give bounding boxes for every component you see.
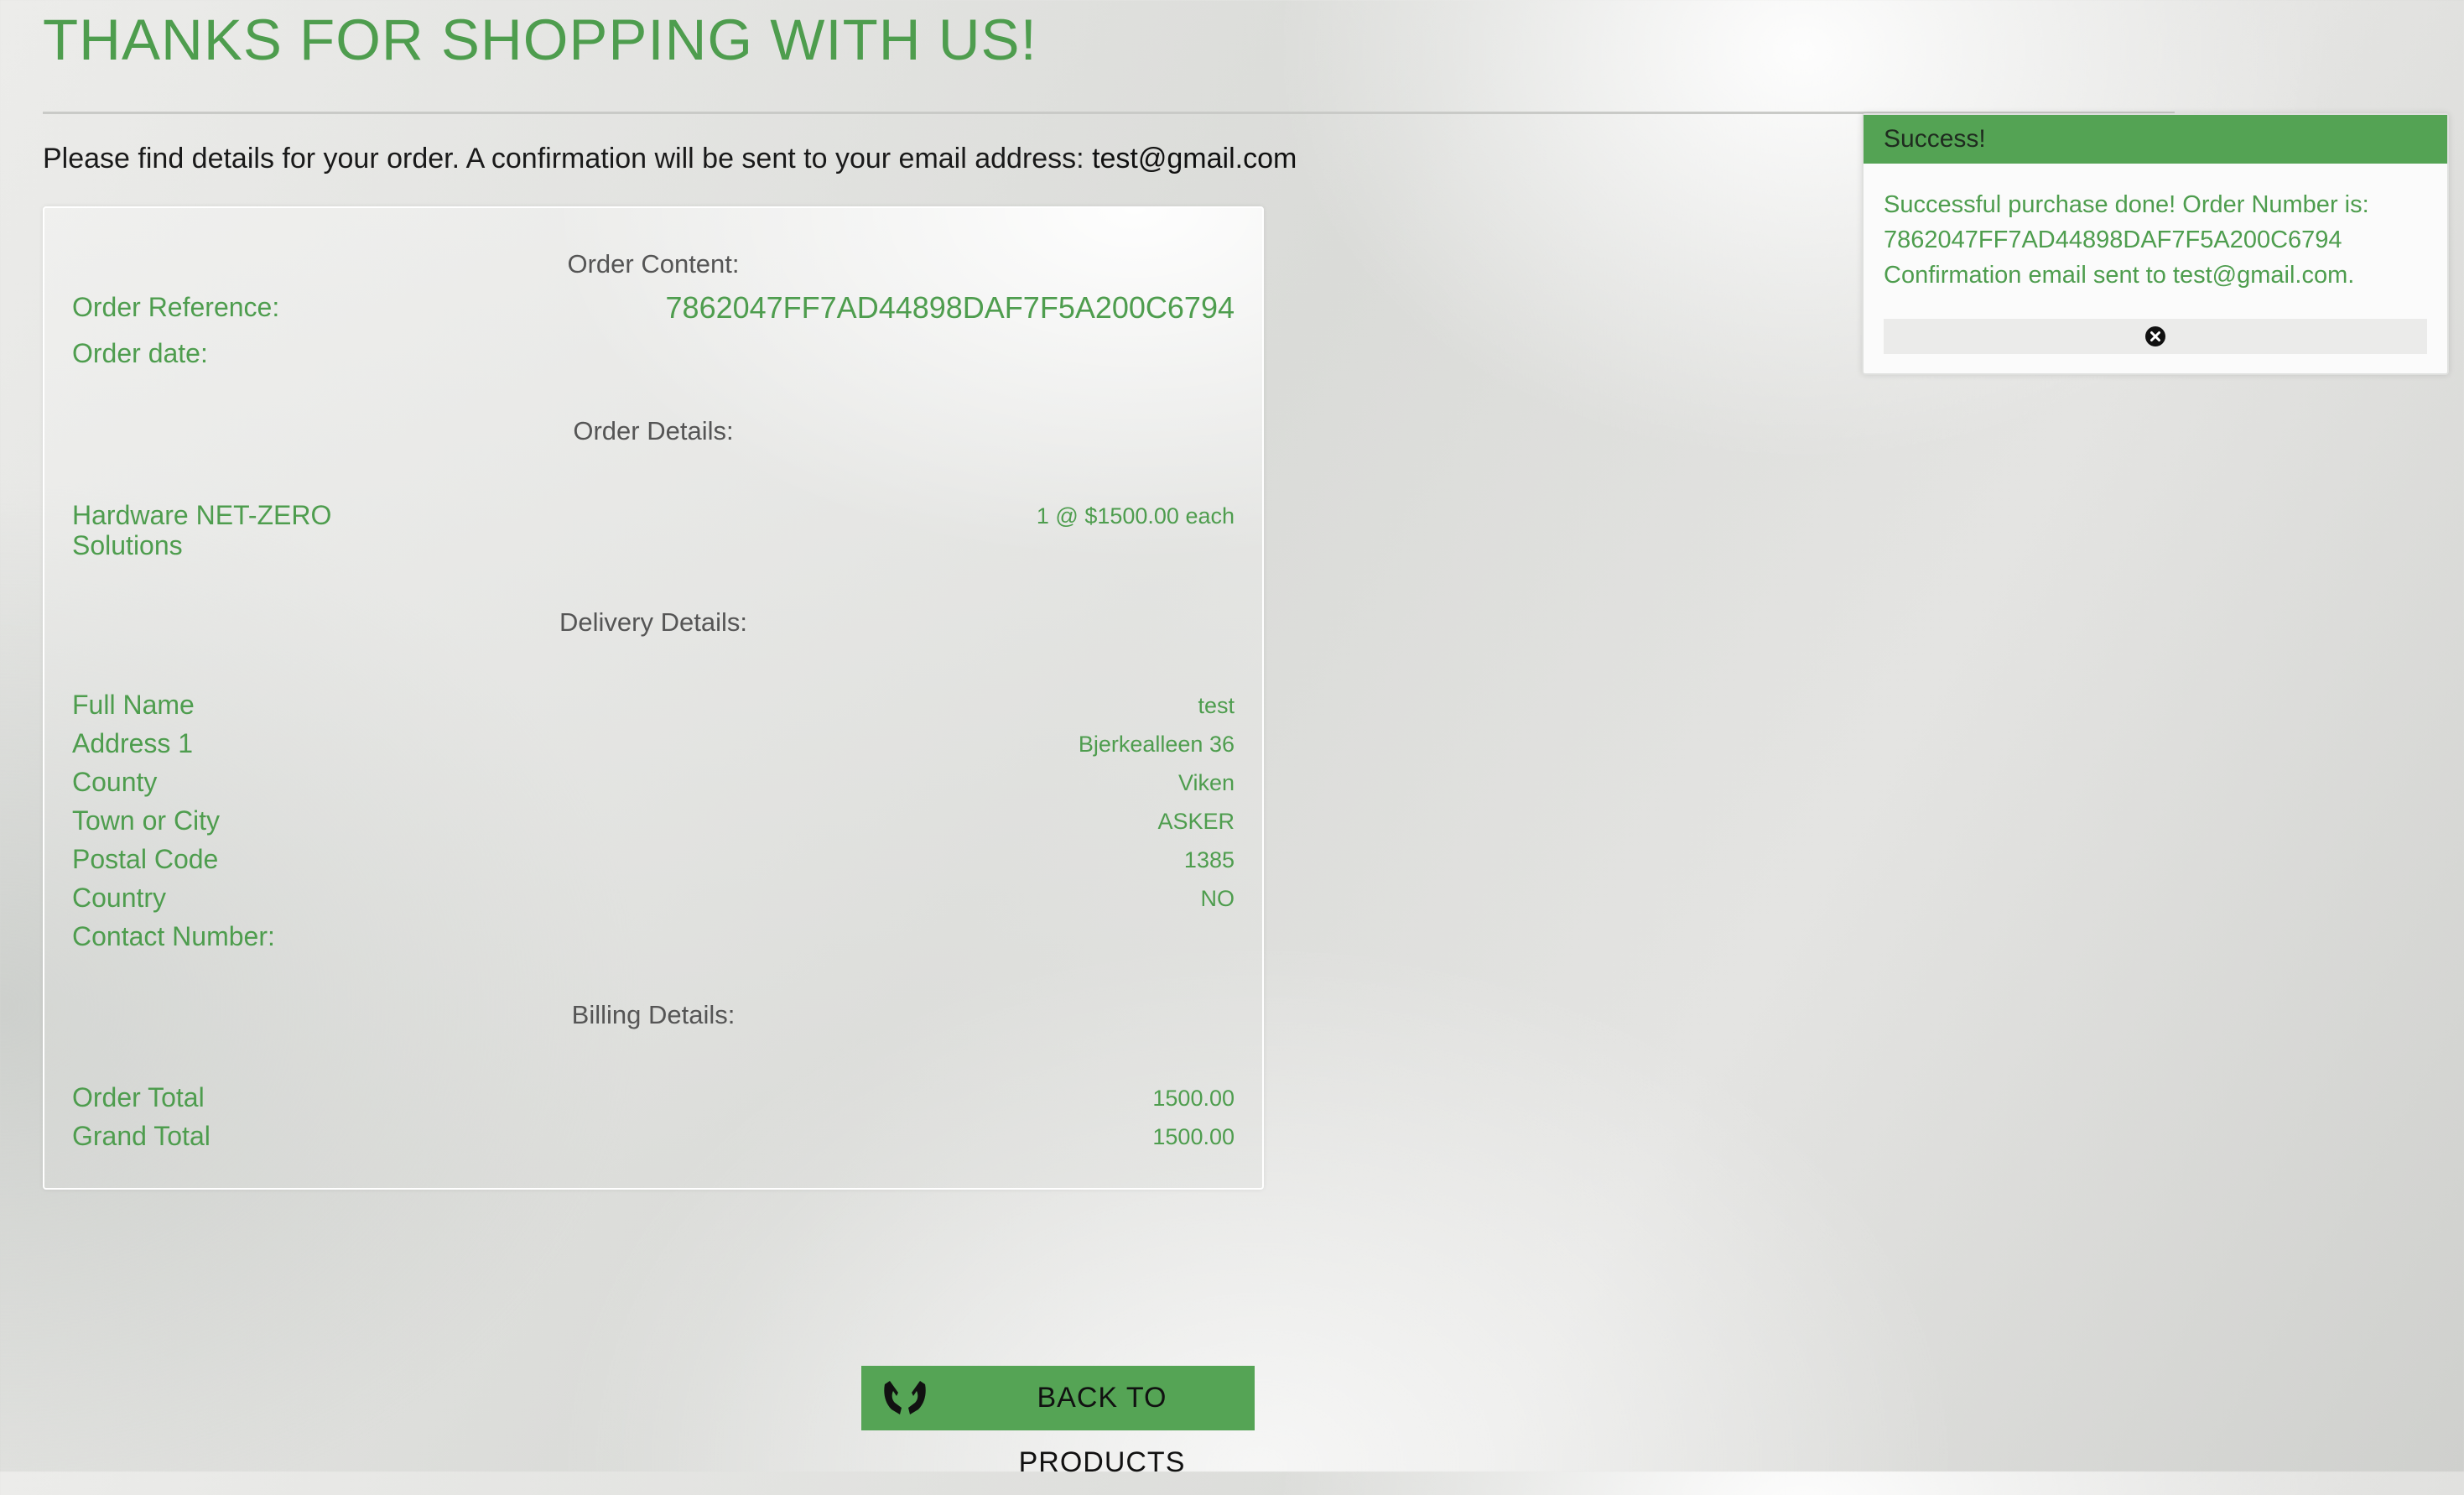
toast-close-button[interactable] — [1884, 319, 2427, 354]
toast-header: Success! — [1864, 115, 2447, 164]
order-intro-text: Please find details for your order. A co… — [43, 141, 1297, 176]
order-date-label: Order date: — [72, 338, 208, 368]
billing-grand-total-value: 1500.00 — [1152, 1124, 1235, 1149]
success-toast: Success! Successful purchase done! Order… — [1862, 113, 2449, 375]
back-to-products-button[interactable]: BACK TO PRODUCTS — [861, 1366, 1255, 1478]
billing-order-total-value: 1500.00 — [1152, 1086, 1235, 1111]
page-title: THANKS FOR SHOPPING WITH US! — [43, 8, 1037, 72]
order-details-heading: Order Details: — [573, 416, 734, 445]
delivery-county-label: County — [72, 767, 158, 797]
delivery-address-label: Address 1 — [72, 728, 194, 758]
billing-grand-total-label: Grand Total — [72, 1121, 211, 1151]
delivery-details-heading: Delivery Details: — [559, 607, 747, 637]
order-summary-card: Order Content: Order Reference: 7862047F… — [43, 206, 1264, 1190]
billing-details-heading: Billing Details: — [571, 1000, 736, 1029]
close-circle-icon[interactable] — [2144, 326, 2166, 347]
toast-message-line1: Successful purchase done! Order Number i… — [1884, 191, 2369, 218]
delivery-town-value: ASKER — [1157, 809, 1235, 834]
delivery-county-value: Viken — [1177, 770, 1235, 795]
toast-message: Successful purchase done! Order Number i… — [1884, 187, 2437, 293]
delivery-postal-code-label: Postal Code — [72, 844, 219, 874]
delivery-town-label: Town or City — [72, 805, 221, 836]
delivery-country-label: Country — [72, 883, 167, 913]
order-item-name-line2: Solutions — [72, 530, 183, 560]
order-item-qty-price: 1 @ $1500.00 each — [1036, 503, 1235, 529]
intro-email: test@gmail.com — [1092, 143, 1297, 175]
delivery-full-name-label: Full Name — [72, 690, 195, 720]
order-item-name-line1: Hardware NET-ZERO — [72, 500, 332, 530]
back-to-products-label: BACK TO PRODUCTS — [1018, 1382, 1186, 1478]
delivery-contact-number-label: Contact Number: — [72, 921, 275, 951]
delivery-postal-code-value: 1385 — [1183, 847, 1235, 873]
order-content-heading: Order Content: — [567, 249, 740, 279]
toast-order-number: 7862047FF7AD44898DAF7F5A200C6794 — [1884, 227, 2342, 253]
delivery-full-name-value: test — [1198, 693, 1235, 718]
billing-order-total-label: Order Total — [72, 1082, 205, 1112]
intro-message: Please find details for your order. A co… — [43, 143, 1093, 175]
delivery-country-value: NO — [1200, 886, 1235, 911]
order-reference-label: Order Reference: — [72, 292, 280, 322]
title-divider — [43, 112, 2175, 114]
toast-message-line3: Confirmation email sent to test@gmail.co… — [1884, 262, 2355, 289]
hands-icon — [884, 1381, 926, 1414]
order-item-name: Hardware NET-ZERO Solutions — [72, 500, 331, 560]
delivery-address-value: Bjerkealleen 36 — [1078, 732, 1235, 757]
order-reference-value: 7862047FF7AD44898DAF7F5A200C6794 — [665, 290, 1235, 325]
